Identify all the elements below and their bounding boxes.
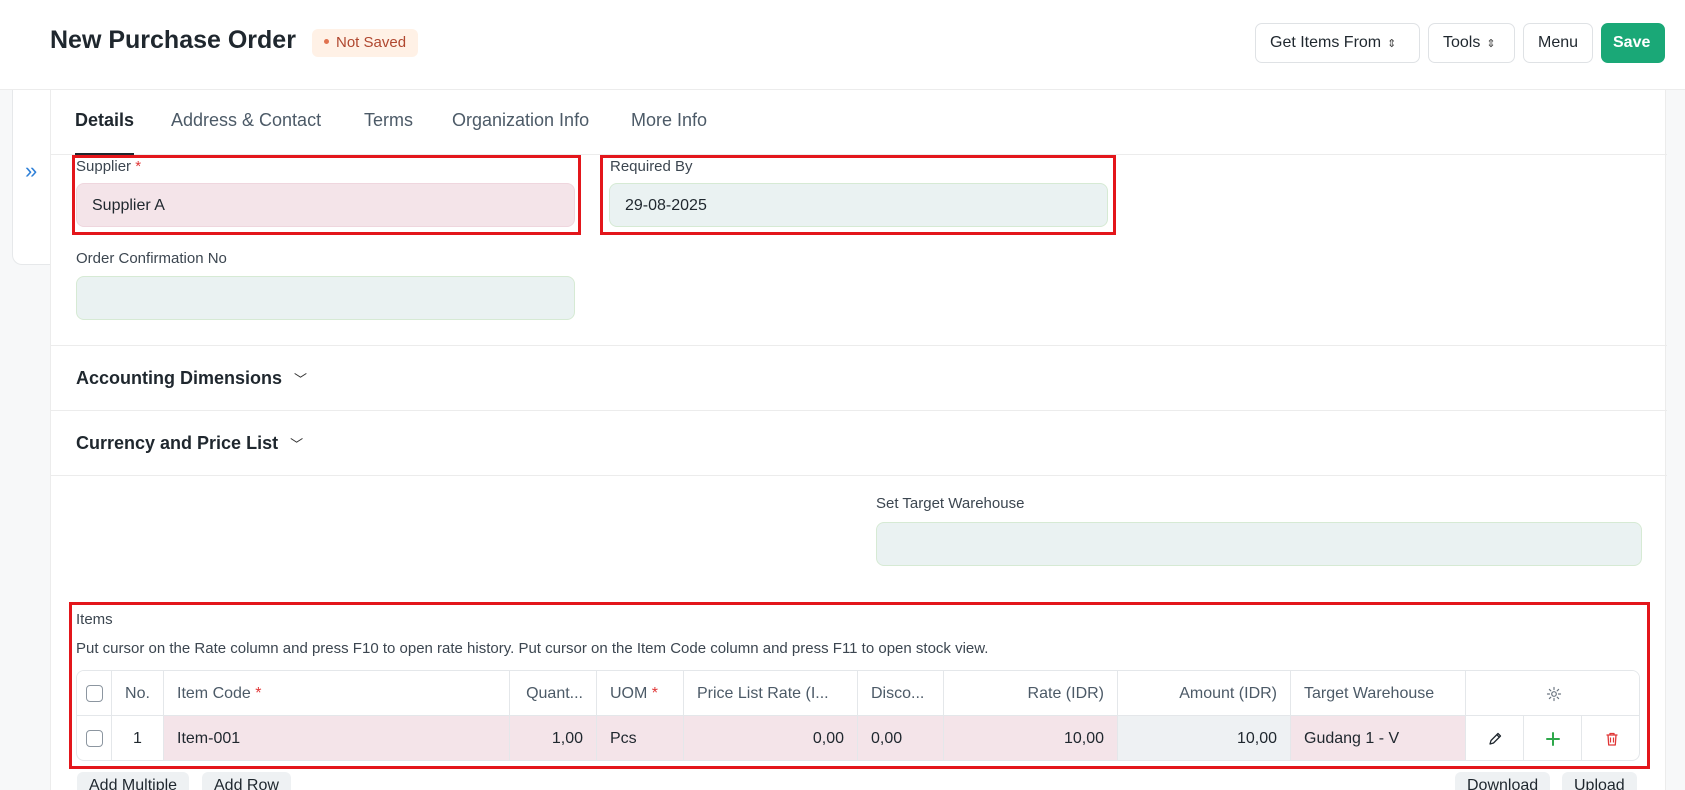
save-button[interactable]: Save	[1601, 23, 1665, 63]
row-checkbox[interactable]	[85, 730, 103, 748]
discount-cell[interactable]: 0,00	[858, 716, 944, 760]
column-header-item-code: Item Code *	[164, 671, 510, 716]
status-dot-icon	[324, 38, 329, 44]
required-by-label: Required By	[610, 158, 693, 175]
item-code-cell[interactable]: Item-001	[164, 716, 510, 760]
add-multiple-button[interactable]: Add Multiple	[77, 772, 190, 790]
column-header-discount: Disco...	[858, 671, 944, 716]
tab-more-info[interactable]: More Info	[631, 110, 707, 155]
accounting-dimensions-label: Accounting Dimensions	[76, 368, 283, 388]
item-code-header-text: Item Code	[177, 685, 251, 702]
tab-details[interactable]: Details	[75, 110, 135, 155]
order-confirmation-no-label: Order Confirmation No	[76, 250, 227, 267]
menu-button[interactable]: Menu	[1523, 23, 1593, 63]
set-target-warehouse-label: Set Target Warehouse	[876, 495, 1025, 512]
uom-header-text: UOM	[610, 685, 648, 702]
gear-icon[interactable]	[1546, 686, 1562, 702]
rate-cell[interactable]: 10,00	[944, 716, 1118, 760]
column-header-uom: UOM *	[597, 671, 684, 716]
target-warehouse-cell[interactable]: Gudang 1 - V	[1291, 716, 1466, 760]
form-body: Details Address & Contact Terms Organiza…	[50, 90, 1667, 790]
items-table: No. Item Code * Quant... UOM * Price Lis…	[76, 670, 1640, 761]
table-row[interactable]: 1 Item-001 1,00 Pcs 0,00 0,00 10,00 10,0…	[77, 716, 1639, 760]
required-mark: *	[255, 685, 262, 702]
tab-address-contact[interactable]: Address & Contact	[171, 110, 321, 155]
download-button[interactable]: Download	[1455, 772, 1551, 790]
column-header-rate: Rate (IDR)	[944, 671, 1118, 716]
select-all-checkbox-cell	[77, 671, 112, 716]
tools-label: Tools	[1443, 34, 1481, 51]
form-tabs: Details Address & Contact Terms Organiza…	[51, 90, 1667, 155]
upload-button[interactable]: Upload	[1562, 772, 1637, 790]
currency-price-list-title[interactable]: Currency and Price List ﹀	[76, 433, 303, 454]
column-header-target-warehouse: Target Warehouse	[1291, 671, 1466, 716]
tools-button[interactable]: Tools ⇕	[1428, 23, 1515, 63]
supplier-field[interactable]: Supplier A	[76, 183, 575, 227]
items-description: Put cursor on the Rate column and press …	[76, 640, 989, 657]
page-title: New Purchase Order	[50, 26, 296, 54]
pencil-icon	[1488, 732, 1501, 745]
tab-organization-info[interactable]: Organization Info	[452, 110, 589, 155]
insert-row-button[interactable]	[1524, 716, 1582, 760]
currency-price-list-section[interactable]: Currency and Price List ﹀	[51, 410, 1667, 475]
row-checkbox-cell	[77, 716, 112, 760]
tab-terms[interactable]: Terms	[364, 110, 413, 155]
updown-caret-icon: ⇕	[1387, 38, 1397, 50]
status-badge: Not Saved	[312, 29, 419, 57]
status-text: Not Saved	[336, 34, 407, 51]
plus-icon	[1545, 731, 1560, 746]
chevron-down-icon: ﹀	[290, 436, 304, 452]
items-label: Items	[76, 611, 113, 628]
items-table-header: No. Item Code * Quant... UOM * Price Lis…	[77, 671, 1639, 716]
delete-row-button[interactable]	[1582, 716, 1639, 760]
quantity-cell[interactable]: 1,00	[510, 716, 597, 760]
double-chevron-right-icon: »	[25, 158, 38, 183]
supplier-label-text: Supplier	[76, 158, 132, 175]
order-confirmation-no-field[interactable]	[76, 276, 575, 320]
column-header-amount: Amount (IDR)	[1118, 671, 1291, 716]
edit-row-button[interactable]	[1466, 716, 1524, 760]
page-header: New Purchase Order Not Saved Get Items F…	[0, 0, 1685, 90]
required-by-field[interactable]: 29-08-2025	[609, 183, 1108, 227]
row-no: 1	[112, 716, 164, 760]
accounting-dimensions-section[interactable]: Accounting Dimensions ﹀	[51, 345, 1667, 410]
sidebar-toggle[interactable]: »	[12, 90, 52, 265]
trash-icon	[1606, 732, 1617, 746]
get-items-from-label: Get Items From	[1270, 34, 1382, 51]
section-divider	[51, 475, 1667, 476]
amount-cell: 10,00	[1118, 716, 1291, 760]
column-header-no: No.	[112, 671, 164, 716]
set-target-warehouse-field[interactable]	[876, 522, 1642, 566]
column-settings-cell	[1466, 671, 1639, 716]
supplier-label: Supplier *	[76, 158, 141, 175]
select-all-checkbox[interactable]	[85, 685, 103, 703]
column-header-quantity: Quant...	[510, 671, 597, 716]
column-header-price-list-rate: Price List Rate (I...	[684, 671, 858, 716]
required-mark: *	[135, 158, 142, 175]
add-row-button[interactable]: Add Row	[202, 772, 291, 790]
updown-caret-icon: ⇕	[1486, 38, 1496, 50]
accounting-dimensions-title[interactable]: Accounting Dimensions ﹀	[76, 368, 307, 389]
required-mark: *	[651, 685, 659, 702]
get-items-from-button[interactable]: Get Items From ⇕	[1255, 23, 1420, 63]
uom-cell[interactable]: Pcs	[597, 716, 684, 760]
chevron-down-icon: ﹀	[294, 371, 308, 387]
price-list-rate-cell[interactable]: 0,00	[684, 716, 858, 760]
currency-price-list-label: Currency and Price List	[76, 433, 279, 453]
